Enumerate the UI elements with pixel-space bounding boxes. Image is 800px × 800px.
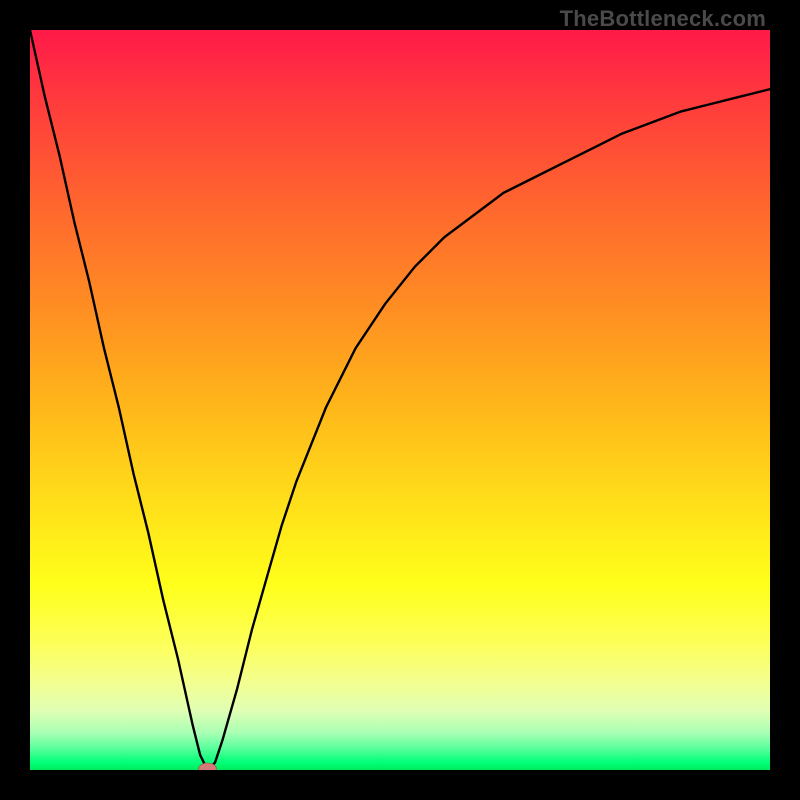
watermark: TheBottleneck.com — [560, 6, 766, 32]
axis-ticks — [0, 0, 800, 800]
chart-container: TheBottleneck.com — [0, 0, 800, 800]
